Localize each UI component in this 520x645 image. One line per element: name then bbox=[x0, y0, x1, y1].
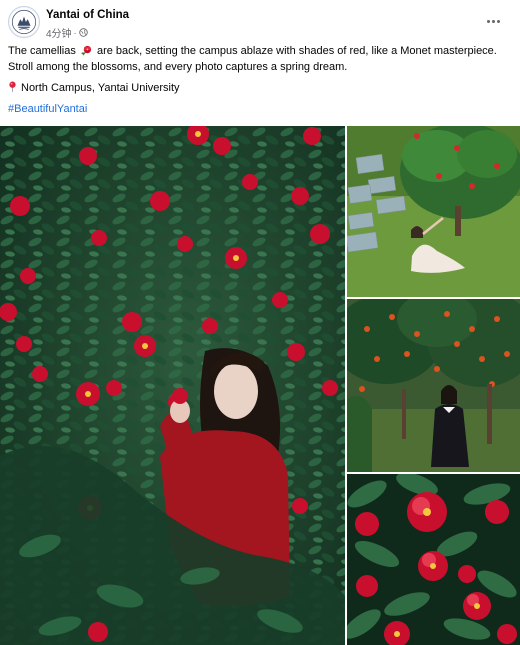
facebook-post: Yantai of China 4分钟 · The camellias are … bbox=[0, 0, 520, 645]
caption-text-part1: The camellias bbox=[8, 45, 79, 57]
more-options-icon[interactable] bbox=[482, 11, 504, 31]
caption-location: North Campus, Yantai University bbox=[8, 80, 514, 96]
pin-emoji bbox=[9, 81, 16, 92]
globe-icon bbox=[78, 28, 88, 37]
caption-line-1: The camellias are back, setting the camp… bbox=[8, 43, 514, 59]
post-timestamp[interactable]: 4分钟 bbox=[46, 25, 72, 40]
photo-gallery bbox=[0, 126, 520, 645]
page-name[interactable]: Yantai of China bbox=[46, 9, 129, 21]
photo-black-dress-image bbox=[347, 299, 520, 472]
photo-main-image bbox=[0, 126, 345, 645]
photo-lawn-image bbox=[347, 126, 520, 297]
caption-line-2: Stroll among the blossoms, and every pho… bbox=[8, 61, 348, 73]
hashtag-link[interactable]: #BeautifulYantai bbox=[8, 101, 87, 117]
post-header: Yantai of China 4分钟 · bbox=[8, 6, 512, 40]
photo-girl-black-dress[interactable] bbox=[347, 299, 520, 472]
photo-camellia-closeup[interactable] bbox=[347, 474, 520, 645]
post-meta: 4分钟 · bbox=[46, 25, 88, 40]
post-caption: The camellias are back, setting the camp… bbox=[8, 43, 514, 117]
photo-girl-on-lawn[interactable] bbox=[347, 126, 520, 297]
caption-text-part2: are back, setting the campus ablaze with… bbox=[93, 45, 497, 57]
photo-closeup-image bbox=[347, 474, 520, 645]
camellia-flower-emoji bbox=[81, 45, 92, 56]
page-avatar[interactable] bbox=[8, 6, 40, 38]
location-text: North Campus, Yantai University bbox=[21, 82, 180, 94]
meta-separator: · bbox=[73, 27, 77, 38]
yantai-logo-icon bbox=[9, 7, 39, 37]
photo-main-girl-camellias[interactable] bbox=[0, 126, 345, 645]
